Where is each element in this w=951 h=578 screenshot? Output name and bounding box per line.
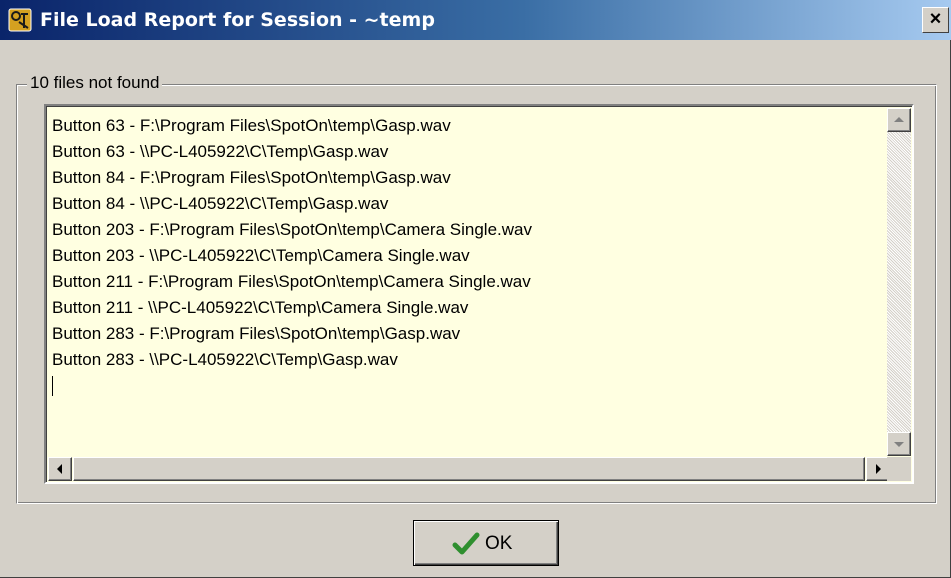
text-caret [52,376,53,396]
group-label: 10 files not found [27,71,163,95]
arrow-left-icon [57,464,62,474]
report-line: Button 211 - F:\Program Files\SpotOn\tem… [52,272,531,291]
report-line: Button 283 - \\PC-L405922\C\Temp\Gasp.wa… [52,350,398,369]
report-line: Button 84 - F:\Program Files\SpotOn\temp… [52,168,451,187]
close-button[interactable]: × [922,7,949,33]
report-line: Button 203 - F:\Program Files\SpotOn\tem… [52,220,532,239]
scroll-up-button[interactable] [887,108,911,132]
vertical-scrollbar[interactable] [887,108,911,456]
horizontal-scrollbar[interactable] [48,457,890,481]
report-line: Button 63 - \\PC-L405922\C\Temp\Gasp.wav [52,142,389,161]
text-caret-line [52,373,532,399]
file-load-report-dialog: File Load Report for Session - ~temp × 1… [0,0,951,578]
scroll-left-button[interactable] [48,457,72,481]
scroll-down-button[interactable] [887,432,911,456]
ok-label: OK [485,533,513,554]
report-line: Button 63 - F:\Program Files\SpotOn\temp… [52,116,451,135]
arrow-up-icon [894,117,904,122]
report-memo[interactable]: Button 63 - F:\Program Files\SpotOn\temp… [44,104,914,484]
arrow-right-icon [876,464,881,474]
arrow-down-icon [894,442,904,447]
scrollbar-corner [887,457,911,481]
report-line: Button 283 - F:\Program Files\SpotOn\tem… [52,324,461,343]
checkmark-icon [452,532,480,555]
report-line: Button 84 - \\PC-L405922\C\Temp\Gasp.wav [52,194,389,213]
close-icon: × [929,8,942,30]
title-bar[interactable]: File Load Report for Session - ~temp × [0,0,951,40]
horizontal-scroll-thumb[interactable] [73,457,865,481]
ok-button[interactable]: OK [413,520,559,566]
window-title: File Load Report for Session - ~temp [40,9,435,31]
app-icon [8,8,32,32]
report-lines: Button 63 - F:\Program Files\SpotOn\temp… [52,113,532,399]
report-line: Button 211 - \\PC-L405922\C\Temp\Camera … [52,298,469,317]
report-line: Button 203 - \\PC-L405922\C\Temp\Camera … [52,246,470,265]
